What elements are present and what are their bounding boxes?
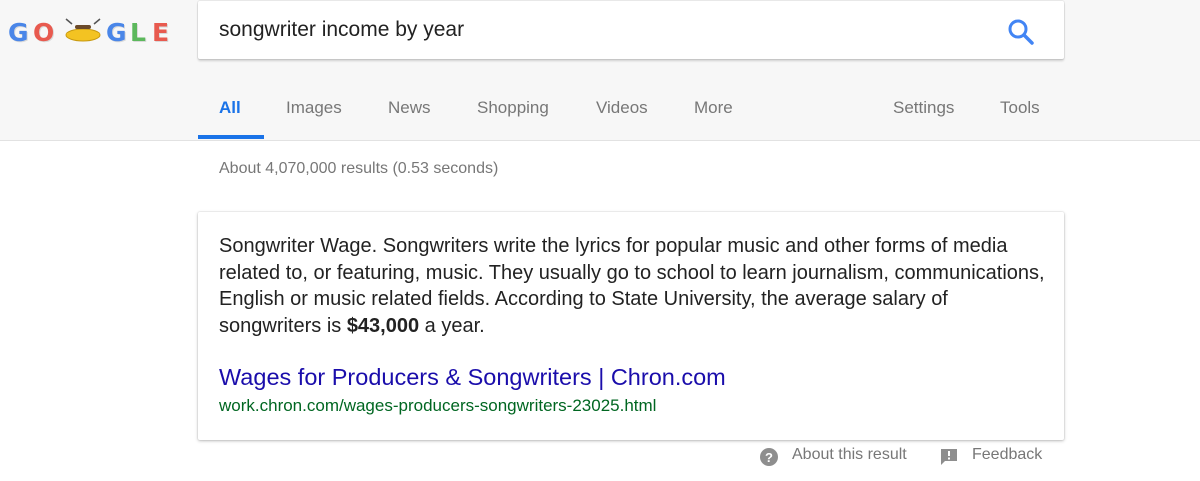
- google-doodle-logo[interactable]: G O G L E: [8, 16, 178, 50]
- feedback-label: Feedback: [972, 446, 1043, 463]
- header-bar: G O G L E All Images News Shopping Video…: [0, 0, 1200, 141]
- tab-all[interactable]: All: [219, 98, 241, 118]
- search-icon: [1008, 19, 1034, 45]
- logo-letter-g1: G: [8, 18, 29, 47]
- search-box: [198, 1, 1064, 59]
- active-tab-indicator: [198, 135, 264, 139]
- tab-tools[interactable]: Tools: [1000, 98, 1040, 118]
- tab-videos[interactable]: Videos: [596, 98, 648, 118]
- help-icon: ?: [760, 448, 778, 466]
- search-button[interactable]: [1004, 15, 1038, 49]
- result-stats: About 4,070,000 results (0.53 seconds): [219, 160, 499, 177]
- tab-images[interactable]: Images: [286, 98, 342, 118]
- feedback-icon: [941, 449, 957, 465]
- snippet-text-end: a year.: [419, 314, 485, 337]
- featured-snippet-card: Songwriter Wage. Songwriters write the l…: [198, 212, 1064, 440]
- snippet-highlight: $43,000: [346, 314, 420, 337]
- search-input[interactable]: [219, 1, 979, 59]
- result-title-link[interactable]: Wages for Producers & Songwriters | Chro…: [219, 364, 726, 391]
- logo-letter-l: L: [130, 18, 146, 47]
- logo-letter-e: E: [152, 18, 170, 47]
- about-this-result-label: About this result: [792, 446, 907, 463]
- tab-more[interactable]: More: [694, 98, 733, 118]
- tab-news[interactable]: News: [388, 98, 431, 118]
- featured-snippet-text: Songwriter Wage. Songwriters write the l…: [219, 233, 1045, 339]
- tab-settings[interactable]: Settings: [893, 98, 954, 118]
- logo-letter-o: O: [33, 18, 55, 47]
- tab-shopping[interactable]: Shopping: [477, 98, 549, 118]
- logo-letter-g2: G: [106, 18, 127, 47]
- result-url: work.chron.com/wages-producers-songwrite…: [219, 396, 657, 415]
- svg-text:?: ?: [765, 450, 773, 465]
- snippet-text-start: Songwriter Wage. Songwriters write the l…: [219, 235, 1045, 337]
